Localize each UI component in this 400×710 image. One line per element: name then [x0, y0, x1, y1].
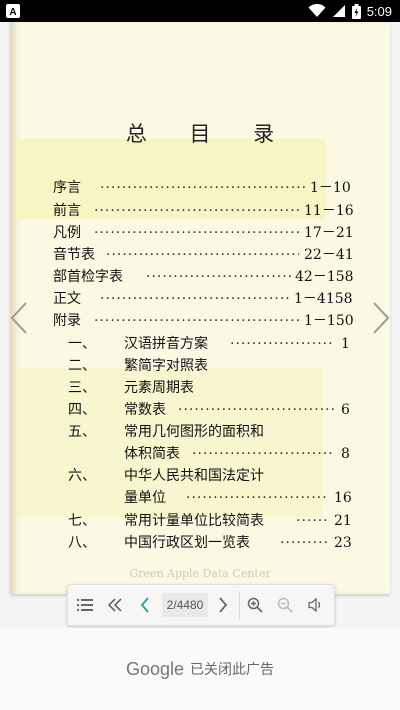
toc-leader: ········································… — [192, 446, 334, 462]
read-aloud-button[interactable] — [301, 585, 331, 625]
appendix-label: 中华人民共和国法定计 — [124, 468, 264, 484]
toc-label: 附录 — [53, 313, 81, 329]
app-notification-icon: A — [6, 4, 20, 18]
toc-leader: ········································… — [178, 402, 334, 418]
status-bar: A 5:09 — [0, 0, 400, 22]
toc-pages: 1－150 — [304, 313, 354, 329]
speaker-icon — [308, 597, 321, 613]
toc-leader: ········································… — [94, 313, 299, 329]
toc-entry[interactable]: 正文 ·····································… — [10, 288, 390, 310]
svg-text:A: A — [9, 7, 16, 18]
next-page-arrow-icon[interactable] — [370, 300, 392, 336]
appendix-pages: 16 — [334, 490, 352, 506]
toc-pages: 42－158 — [295, 269, 354, 285]
toc-label: 部首检字表 — [53, 269, 123, 285]
zoom-in-icon — [247, 597, 263, 613]
page-indicator[interactable]: 2/4480 — [162, 593, 208, 617]
book-page[interactable]: 总 目 录 序言 ·······························… — [10, 22, 390, 594]
appendix-label: 常用计量单位比较简表 — [124, 513, 264, 529]
toc-label: 音节表 — [53, 247, 95, 263]
appendix-entry[interactable]: 五、 常用几何图形的面积和 — [10, 421, 390, 443]
toc-entry[interactable]: 音节表 ····································… — [10, 244, 390, 266]
chevron-right-icon — [219, 597, 228, 613]
appendix-entry[interactable]: 八、 中国行政区划一览表 ·············· 23 — [10, 532, 390, 554]
appendix-label: 繁简字对照表 — [124, 358, 208, 374]
appendix-number: 七、 — [68, 513, 96, 529]
appendix-entry[interactable]: 七、 常用计量单位比较简表 ·········· 21 — [10, 510, 390, 532]
zoom-out-button[interactable] — [270, 585, 300, 625]
toc-leader: ········································… — [100, 291, 290, 307]
toc-pages: 1－4158 — [294, 291, 353, 307]
reader-toolbar: 2/4480 — [67, 584, 335, 626]
appendix-label: 常用几何图形的面积和 — [124, 424, 264, 440]
toc-label: 正文 — [53, 291, 81, 307]
double-chevron-left-icon — [108, 598, 122, 612]
battery-icon — [351, 3, 361, 19]
toc-leader: ········································… — [94, 203, 299, 219]
toc-pages: 1－10 — [310, 180, 351, 196]
toc-entry[interactable]: 部首检字表 ··································… — [10, 266, 390, 288]
toc-entry[interactable]: 前言 ·····································… — [10, 200, 390, 222]
appendix-number: 三、 — [68, 380, 96, 396]
appendix-entry-continuation[interactable]: 量单位 ····································… — [10, 487, 390, 509]
cellular-signal-icon — [332, 5, 345, 17]
toc-leader: ······························· — [230, 336, 334, 352]
appendix-label: 量单位 — [124, 490, 166, 506]
appendix-entry[interactable]: 一、 汉语拼音方案 ······························… — [10, 333, 390, 355]
toc-leader: ·········· — [296, 513, 330, 529]
toc-leader: ········································… — [186, 490, 328, 506]
first-page-button[interactable] — [100, 585, 130, 625]
appendix-pages: 6 — [341, 402, 350, 418]
appendix-number: 二、 — [68, 358, 96, 374]
appendix-entry-continuation[interactable]: 体积简表 ···································… — [10, 443, 390, 465]
appendix-label: 元素周期表 — [124, 380, 194, 396]
toc-leader: ········································… — [100, 180, 305, 196]
appendix-entry[interactable]: 三、 元素周期表 — [10, 377, 390, 399]
clock: 5:09 — [366, 3, 392, 19]
ad-banner: Google 已关闭此广告 — [0, 628, 400, 710]
appendix-pages: 21 — [334, 513, 352, 529]
appendix-pages: 8 — [341, 446, 350, 462]
google-logo: Google — [125, 658, 185, 679]
appendix-pages: 23 — [334, 535, 352, 551]
appendix-number: 四、 — [68, 402, 96, 418]
zoom-out-icon — [277, 597, 293, 613]
appendix-pages: 1 — [341, 336, 350, 352]
toc-entry[interactable]: 附录 ·····································… — [10, 310, 390, 332]
next-page-button[interactable] — [208, 585, 238, 625]
toc-label: 前言 — [53, 203, 81, 219]
table-of-contents: 序言 ·····································… — [10, 22, 390, 582]
appendix-label: 中国行政区划一览表 — [124, 535, 250, 551]
toc-leader: ········································… — [146, 269, 291, 285]
list-icon — [77, 599, 93, 611]
toc-entry[interactable]: 序言 ·····································… — [10, 177, 390, 199]
toc-pages: 11－16 — [304, 203, 354, 219]
toc-pages: 22－41 — [304, 247, 354, 263]
toc-leader: ········································… — [106, 247, 299, 263]
appendix-label: 常数表 — [124, 402, 166, 418]
toc-label: 凡例 — [53, 225, 81, 241]
toc-pages: 17－21 — [304, 225, 354, 241]
appendix-number: 八、 — [68, 535, 96, 551]
previous-page-button[interactable] — [130, 585, 160, 625]
toc-leader: ········································… — [94, 225, 299, 241]
toc-entry[interactable]: 凡例 ·····································… — [10, 222, 390, 244]
appendix-entry[interactable]: 四、 常数表 ·································… — [10, 399, 390, 421]
previous-page-arrow-icon[interactable] — [8, 300, 30, 336]
appendix-label: 汉语拼音方案 — [124, 336, 208, 352]
appendix-label: 体积简表 — [124, 446, 180, 462]
contents-button[interactable] — [70, 585, 100, 625]
ad-closed-text: 已关闭此广告 — [190, 662, 275, 678]
appendix-number: 六、 — [68, 468, 96, 484]
appendix-entry[interactable]: 二、 繁简字对照表 — [10, 355, 390, 377]
zoom-in-button[interactable] — [240, 585, 270, 625]
appendix-number: 一、 — [68, 336, 96, 352]
toc-label: 序言 — [53, 180, 81, 196]
appendix-number: 五、 — [68, 424, 96, 440]
toc-leader: ·············· — [280, 535, 330, 551]
watermark: Green Apple Data Center — [129, 567, 271, 580]
wifi-icon — [308, 4, 326, 17]
chevron-left-icon — [140, 597, 149, 613]
appendix-entry[interactable]: 六、 中华人民共和国法定计 — [10, 465, 390, 487]
